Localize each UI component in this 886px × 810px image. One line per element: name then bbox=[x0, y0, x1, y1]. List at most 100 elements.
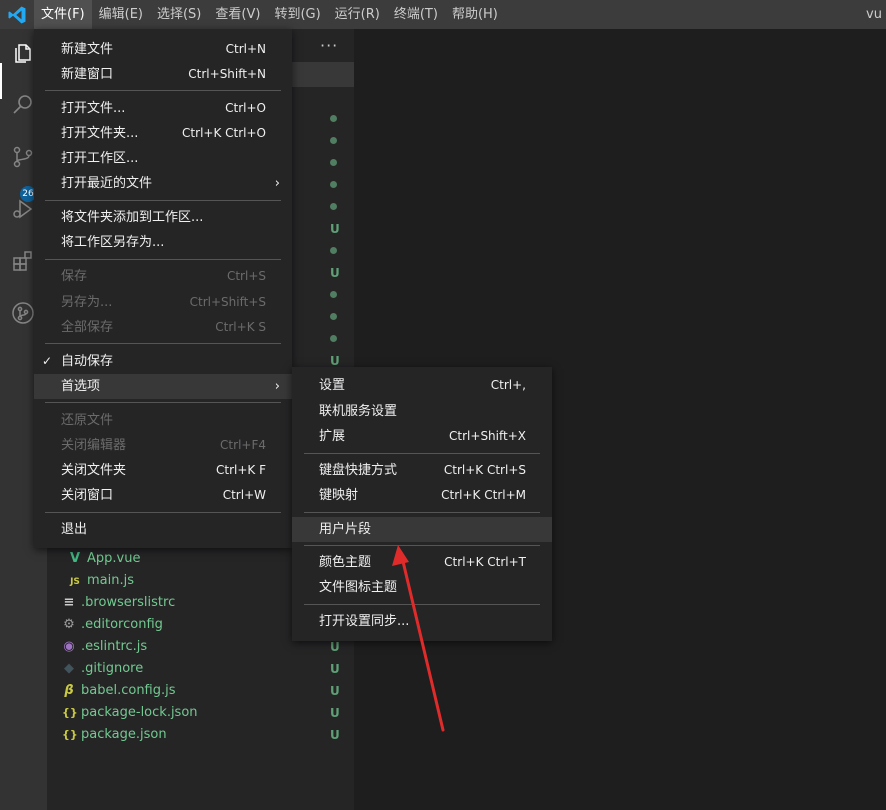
menu-run[interactable]: 运行(R) bbox=[328, 0, 387, 29]
more-actions-button[interactable]: ··· bbox=[320, 36, 338, 55]
title-bar: 文件(F) 编辑(E) 选择(S) 查看(V) 转到(G) 运行(R) 终端(T… bbox=[0, 0, 886, 29]
menu-keymaps[interactable]: 键映射 Ctrl+K Ctrl+M bbox=[292, 483, 552, 508]
file-tree-item[interactable]: {} package.json bbox=[62, 724, 167, 746]
explorer-icon[interactable] bbox=[11, 41, 35, 65]
menu-view[interactable]: 查看(V) bbox=[208, 0, 267, 29]
file-tree-item[interactable]: ⚙ .editorconfig bbox=[62, 614, 163, 636]
menu-open-recent[interactable]: 打开最近的文件 › bbox=[34, 171, 292, 196]
menu-label: 全部保存 bbox=[61, 320, 114, 335]
menu-shortcut: Ctrl+F4 bbox=[220, 438, 266, 452]
menu-label: 键盘快捷方式 bbox=[319, 463, 398, 478]
untracked-status: U bbox=[330, 354, 340, 368]
menu-separator bbox=[45, 343, 281, 344]
menu-edit[interactable]: 编辑(E) bbox=[92, 0, 150, 29]
source-control-icon[interactable] bbox=[11, 145, 35, 169]
menu-open-folder[interactable]: 打开文件夹... Ctrl+K Ctrl+O bbox=[34, 121, 292, 146]
menu-revert-file[interactable]: 还原文件 bbox=[34, 408, 292, 433]
menu-label: 设置 bbox=[319, 378, 346, 393]
menu-label: 新建窗口 bbox=[61, 67, 114, 82]
menu-separator bbox=[45, 200, 281, 201]
file-tree-item[interactable]: V App.vue bbox=[68, 548, 141, 570]
menu-shortcut: Ctrl+K Ctrl+O bbox=[182, 126, 266, 140]
file-name: .browserslistrc bbox=[81, 595, 176, 610]
menu-exit[interactable]: 退出 bbox=[34, 517, 292, 542]
file-tree-item[interactable]: ≡ .browserslistrc bbox=[62, 592, 176, 614]
menu-shortcut: Ctrl+Shift+X bbox=[449, 429, 526, 443]
babel-icon: β bbox=[64, 683, 74, 698]
vue-file-icon: V bbox=[69, 551, 81, 566]
menu-terminal[interactable]: 终端(T) bbox=[387, 0, 445, 29]
menu-file[interactable]: 文件(F) bbox=[34, 0, 92, 29]
menu-separator bbox=[304, 604, 540, 605]
menu-preferences[interactable]: 首选项 › bbox=[34, 374, 292, 399]
menu-label: 还原文件 bbox=[61, 413, 114, 428]
menu-label: 文件图标主题 bbox=[319, 580, 398, 595]
menu-file-icon-theme[interactable]: 文件图标主题 bbox=[292, 575, 552, 600]
menu-new-file[interactable]: 新建文件 Ctrl+N bbox=[34, 37, 292, 62]
menu-color-theme[interactable]: 颜色主题 Ctrl+K Ctrl+T bbox=[292, 550, 552, 575]
menu-keyboard-shortcuts[interactable]: 键盘快捷方式 Ctrl+K Ctrl+S bbox=[292, 458, 552, 483]
menu-go[interactable]: 转到(G) bbox=[267, 0, 327, 29]
menu-shortcut: Ctrl+K Ctrl+T bbox=[444, 555, 526, 569]
file-tree-item[interactable]: {} package-lock.json bbox=[62, 702, 198, 724]
modified-dot-icon bbox=[330, 335, 337, 342]
menu-online-services-settings[interactable]: 联机服务设置 bbox=[292, 399, 552, 424]
window-title: vu bbox=[866, 7, 882, 22]
menu-selection[interactable]: 选择(S) bbox=[150, 0, 208, 29]
chevron-right-icon: › bbox=[274, 379, 280, 394]
menu-shortcut: Ctrl+S bbox=[226, 269, 266, 283]
menu-settings[interactable]: 设置 Ctrl+, bbox=[292, 373, 552, 398]
menu-label: 打开工作区... bbox=[61, 151, 139, 166]
menu-save-as[interactable]: 另存为... Ctrl+Shift+S bbox=[34, 290, 292, 315]
menu-save[interactable]: 保存 Ctrl+S bbox=[34, 264, 292, 289]
menu-label: 打开文件夹... bbox=[61, 126, 139, 141]
file-tree-item[interactable]: JS main.js bbox=[68, 570, 134, 592]
file-tree-item[interactable]: ◆ .gitignore bbox=[62, 658, 143, 680]
menu-close-window[interactable]: 关闭窗口 Ctrl+W bbox=[34, 483, 292, 508]
config-file-icon: ≡ bbox=[63, 595, 75, 610]
menu-label: 新建文件 bbox=[61, 42, 114, 57]
file-name: package-lock.json bbox=[81, 705, 198, 720]
menu-add-folder-to-workspace[interactable]: 将文件夹添加到工作区... bbox=[34, 205, 292, 230]
menu-close-folder[interactable]: 关闭文件夹 Ctrl+K F bbox=[34, 458, 292, 483]
menu-shortcut: Ctrl+Shift+N bbox=[188, 67, 266, 81]
js-file-icon: JS bbox=[70, 577, 80, 587]
menu-label: 打开文件... bbox=[61, 101, 126, 116]
menu-separator bbox=[45, 259, 281, 260]
vscode-logo-icon[interactable] bbox=[7, 5, 27, 25]
menu-new-window[interactable]: 新建窗口 Ctrl+Shift+N bbox=[34, 62, 292, 87]
run-debug-icon[interactable] bbox=[11, 197, 35, 221]
modified-dot-icon bbox=[330, 291, 337, 298]
menu-label: 关闭窗口 bbox=[61, 488, 114, 503]
gear-icon: ⚙ bbox=[63, 617, 75, 632]
menu-separator bbox=[45, 402, 281, 403]
file-tree-item[interactable]: β babel.config.js bbox=[62, 680, 175, 702]
file-name: .eslintrc.js bbox=[81, 639, 148, 654]
menu-open-file[interactable]: 打开文件... Ctrl+O bbox=[34, 96, 292, 121]
menu-user-snippets[interactable]: 用户片段 bbox=[292, 517, 552, 542]
file-tree-item[interactable]: ◉ .eslintrc.js bbox=[62, 636, 147, 658]
menu-close-editor[interactable]: 关闭编辑器 Ctrl+F4 bbox=[34, 433, 292, 458]
modified-dot-icon bbox=[330, 159, 337, 166]
menu-separator bbox=[45, 512, 281, 513]
menu-auto-save[interactable]: ✓ 自动保存 bbox=[34, 349, 292, 374]
menu-label: 将文件夹添加到工作区... bbox=[61, 210, 204, 225]
menu-save-workspace-as[interactable]: 将工作区另存为... bbox=[34, 230, 292, 255]
menu-settings-sync[interactable]: 打开设置同步... bbox=[292, 609, 552, 634]
git-file-icon: ◆ bbox=[64, 661, 74, 676]
menu-shortcut: Ctrl+W bbox=[222, 488, 266, 502]
menu-shortcut: Ctrl+K Ctrl+M bbox=[441, 488, 526, 502]
file-name: package.json bbox=[81, 727, 167, 742]
menu-extensions[interactable]: 扩展 Ctrl+Shift+X bbox=[292, 424, 552, 449]
menu-open-workspace[interactable]: 打开工作区... bbox=[34, 146, 292, 171]
menu-save-all[interactable]: 全部保存 Ctrl+K S bbox=[34, 315, 292, 340]
menu-separator bbox=[304, 545, 540, 546]
menu-help[interactable]: 帮助(H) bbox=[445, 0, 505, 29]
menu-label: 颜色主题 bbox=[319, 555, 372, 570]
git-graph-icon[interactable] bbox=[11, 301, 35, 325]
file-name: main.js bbox=[87, 573, 134, 588]
extensions-icon[interactable] bbox=[11, 249, 35, 273]
menu-shortcut: Ctrl+K F bbox=[216, 463, 266, 477]
search-icon[interactable] bbox=[11, 93, 35, 117]
menu-label: 关闭文件夹 bbox=[61, 463, 127, 478]
